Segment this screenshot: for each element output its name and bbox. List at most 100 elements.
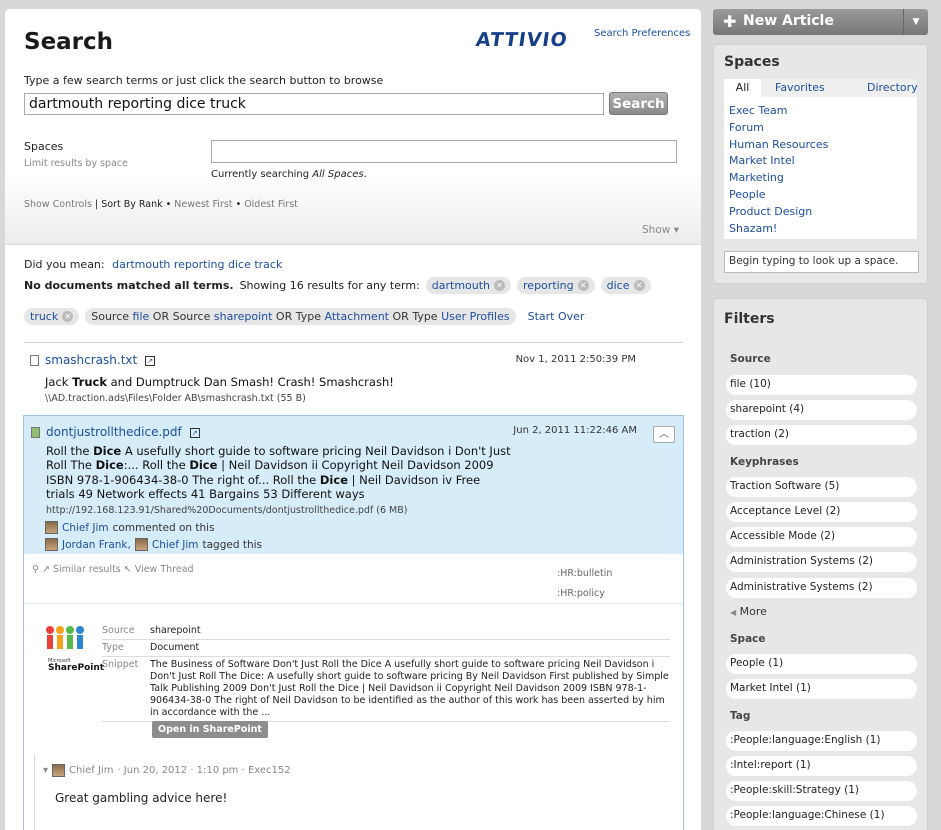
spaces-list: Exec Team Forum Human Resources Market I… — [729, 103, 828, 237]
filters-panel-title: Filters — [724, 311, 775, 327]
filter-item[interactable]: :Intel:report (1) — [726, 756, 917, 776]
comment: ▾ Chief Jim · Jun 20, 2012 · 1:10 pm · E… — [34, 754, 683, 830]
chevron-left-icon: ◀ — [730, 608, 737, 617]
result-title-link[interactable]: smashcrash.txt — [45, 353, 137, 367]
tag-link[interactable]: :HR:bulletin — [557, 564, 612, 584]
did-you-mean: Did you mean: dartmouth reporting dice t… — [24, 258, 283, 271]
filter-item[interactable]: Traction Software (5) — [726, 477, 917, 497]
space-link[interactable]: Forum — [729, 120, 828, 137]
result-date: Nov 1, 2011 2:50:39 PM — [515, 354, 636, 365]
similar-results-link[interactable]: ↗ Similar results — [42, 564, 121, 575]
term-chip[interactable]: dice ✕ — [600, 277, 651, 294]
space-link[interactable]: Product Design — [729, 204, 828, 221]
chevron-up-icon: ︿ — [659, 429, 669, 440]
result-description: Jack Truck and Dumptruck Dan Smash! Cras… — [45, 375, 394, 389]
spaces-input[interactable] — [211, 140, 677, 163]
search-preferences-link[interactable]: Search Preferences — [594, 28, 690, 39]
comment-author[interactable]: Chief Jim — [69, 765, 113, 776]
close-icon[interactable]: ✕ — [62, 311, 74, 322]
result-path: \\AD.traction.ads\Files\Folder AB\smashc… — [45, 393, 306, 404]
filter-item[interactable]: Administration Systems (2) — [726, 552, 917, 572]
result-summary: dontjustrollthedice.pdf ↗ Jun 2, 2011 11:… — [24, 416, 683, 554]
chevron-down-icon[interactable]: ▾ — [43, 765, 48, 776]
spaces-panel: Spaces All Favorites Directory Exec Team… — [713, 44, 928, 284]
user-link[interactable]: Chief Jim — [152, 539, 199, 551]
tag-activity: Jordan Frank, Chief Jim tagged this — [45, 538, 262, 551]
plus-icon: ✚ — [723, 12, 737, 31]
filter-section-keyphrases: Keyphrases — [730, 456, 799, 468]
detail-row: Snippet The Business of Software Don't Ju… — [102, 657, 670, 722]
filter-item[interactable]: :People:language:English (1) — [726, 731, 917, 751]
filter-item[interactable]: traction (2) — [726, 425, 917, 445]
sort-oldest[interactable]: Oldest First — [244, 199, 298, 210]
space-link[interactable]: Human Resources — [729, 137, 828, 154]
filter-section-source: Source — [730, 353, 771, 365]
term-chip[interactable]: dartmouth ✕ — [425, 277, 512, 294]
sharepoint-logo: Microsoft SharePoint — [38, 624, 104, 674]
sort-newest[interactable]: Newest First — [174, 199, 232, 210]
external-link-icon[interactable]: ↗ — [145, 355, 156, 366]
tab-all[interactable]: All — [724, 79, 761, 97]
external-link-icon[interactable]: ↗ — [189, 427, 200, 438]
tab-favorites[interactable]: Favorites — [775, 81, 825, 94]
spaces-label: Spaces — [24, 140, 64, 153]
current-spaces-text: Currently searching All Spaces. — [211, 169, 367, 180]
filter-item[interactable]: :People:language:Chinese (1) — [726, 806, 917, 826]
suggestion-link[interactable]: dartmouth reporting dice track — [112, 258, 282, 271]
more-link[interactable]: ◀ More — [730, 605, 767, 618]
filters-panel: Filters Source file (10) sharepoint (4) … — [713, 298, 928, 830]
term-chip[interactable]: reporting ✕ — [517, 277, 595, 294]
user-link[interactable]: Chief Jim — [62, 522, 109, 534]
open-in-sharepoint-button[interactable]: Open in SharePoint — [152, 721, 268, 738]
new-article-button[interactable]: ✚ New Article ▼ — [713, 9, 928, 35]
start-over-link[interactable]: Start Over — [528, 310, 585, 323]
sort-by-rank[interactable]: Sort By Rank — [101, 199, 162, 210]
result-description: Roll the Dice A usefully short guide to … — [46, 444, 511, 502]
criteria-chip[interactable]: Source file OR Source sharepoint OR Type… — [85, 308, 516, 325]
result-tags: :HR:bulletin :HR:policy — [557, 564, 612, 604]
close-icon[interactable]: ✕ — [494, 280, 506, 291]
view-thread-link[interactable]: ↖ View Thread — [124, 564, 194, 575]
filter-item[interactable]: Accessible Mode (2) — [726, 527, 917, 547]
search-header: Search ATTIVIO Search Preferences Type a… — [5, 9, 701, 245]
term-chip[interactable]: truck ✕ — [24, 308, 80, 325]
user-link[interactable]: Jordan Frank, — [62, 539, 131, 551]
avatar — [45, 521, 58, 534]
spaces-panel-title: Spaces — [724, 54, 780, 70]
close-icon[interactable]: ✕ — [577, 280, 589, 291]
attivio-logo: ATTIVIO — [474, 29, 570, 51]
show-controls-link[interactable]: Show Controls — [24, 199, 92, 210]
page-title: Search — [24, 29, 114, 55]
space-lookup-input[interactable]: Begin typing to look up a space. — [724, 251, 919, 273]
main-panel: Search ATTIVIO Search Preferences Type a… — [5, 9, 701, 830]
space-link[interactable]: Market Intel — [729, 153, 828, 170]
search-button[interactable]: Search — [609, 92, 668, 115]
space-link[interactable]: People — [729, 187, 828, 204]
filter-item[interactable]: file (10) — [726, 375, 917, 395]
result-actions-bar: ⚲ ↗ Similar results ↖ View Thread :HR:bu… — [24, 554, 683, 604]
space-link[interactable]: Shazam! — [729, 221, 828, 238]
filter-item[interactable]: People (1) — [726, 654, 917, 674]
filter-item[interactable]: Acceptance Level (2) — [726, 502, 917, 522]
result-date: Jun 2, 2011 11:22:46 AM — [513, 425, 637, 436]
collapse-button[interactable]: ︿ — [653, 426, 675, 443]
filter-item[interactable]: :People:skill:Strategy (1) — [726, 781, 917, 801]
comment-body: Great gambling advice here! — [55, 791, 228, 805]
tag-link[interactable]: :HR:policy — [557, 584, 612, 604]
filter-item[interactable]: Market Intel (1) — [726, 679, 917, 699]
space-link[interactable]: Exec Team — [729, 103, 828, 120]
avatar — [134, 538, 148, 551]
space-link[interactable]: Marketing — [729, 170, 828, 187]
close-icon[interactable]: ✕ — [633, 280, 645, 291]
link-icon: ⚲ — [32, 564, 39, 575]
terms-line-2: truck ✕ Source file OR Source sharepoint … — [24, 308, 584, 325]
search-input[interactable] — [24, 93, 604, 115]
comment-meta: ▾ Chief Jim · Jun 20, 2012 · 1:10 pm · E… — [43, 764, 291, 777]
chevron-down-icon[interactable]: ▼ — [903, 9, 928, 35]
filter-item[interactable]: Administrative Systems (2) — [726, 578, 917, 598]
filter-item[interactable]: sharepoint (4) — [726, 400, 917, 420]
result-title-link[interactable]: dontjustrollthedice.pdf — [46, 425, 182, 439]
filter-section-tag: Tag — [730, 710, 751, 722]
tab-directory[interactable]: Directory — [867, 81, 918, 94]
show-toggle[interactable]: Show ▾ — [642, 224, 679, 236]
